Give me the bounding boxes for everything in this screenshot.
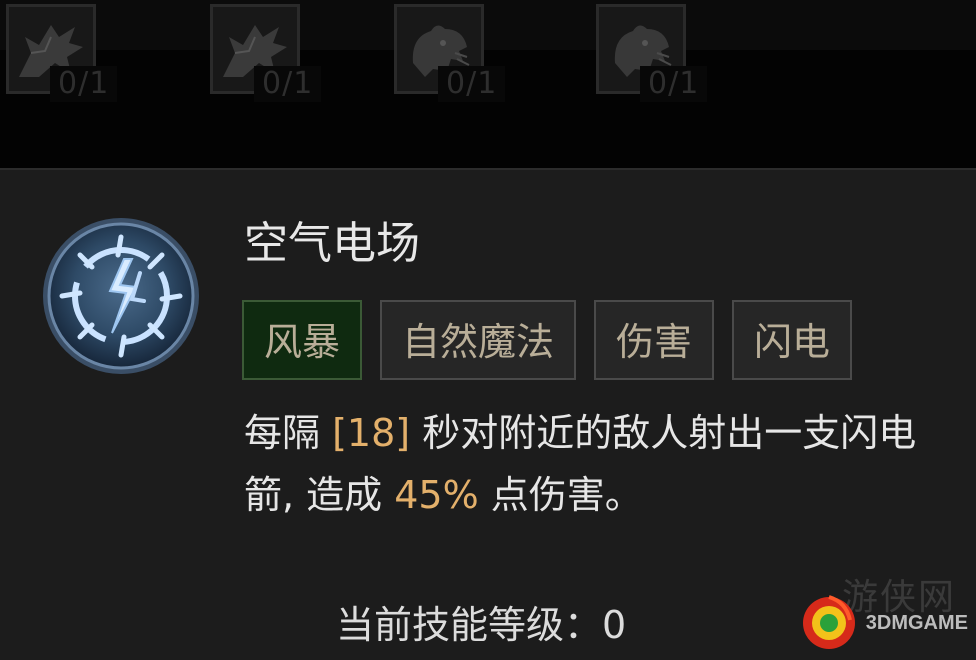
- skill-title: 空气电场: [244, 218, 420, 269]
- skill-rank-counter: 0/1: [438, 66, 506, 102]
- skill-rank-counter: 0/1: [254, 66, 322, 102]
- skill-level-row: 当前技能等级：0: [336, 594, 626, 649]
- watermark-brand: 3DMGAME: [865, 611, 968, 634]
- skill-slot-wolf-2[interactable]: 0/1: [210, 4, 322, 102]
- tag-lightning: 闪电: [732, 300, 853, 380]
- level-value: 0: [602, 603, 627, 647]
- game-screen: { "skill_tree": { "slots": [ {"icon": "w…: [0, 0, 976, 660]
- skill-slot-bear-1[interactable]: 0/1: [394, 4, 506, 102]
- skill-slot-bear-2[interactable]: 0/1: [596, 4, 708, 102]
- skill-description: 每隔 [18] 秒对附近的敌人射出一支闪电箭, 造成 45% 点伤害。: [244, 402, 934, 526]
- desc-text-3: 点伤害。: [478, 473, 643, 517]
- skill-rank-counter: 0/1: [640, 66, 708, 102]
- skill-tree-strip: 0/1 0/1 0/1 0/1: [0, 0, 976, 168]
- skill-tooltip: 空气电场 风暴 自然魔法 伤害 闪电 每隔 [18] 秒对附近的敌人射出一支闪电…: [0, 168, 976, 660]
- skill-rank-counter: 0/1: [50, 66, 118, 102]
- cooldown-value: [18]: [332, 411, 411, 455]
- storm-orb-icon: [40, 215, 202, 377]
- skill-slot-wolf-1[interactable]: 0/1: [6, 4, 118, 102]
- skill-tags: 风暴 自然魔法 伤害 闪电: [242, 300, 853, 380]
- tag-nature-magic: 自然魔法: [380, 300, 577, 380]
- watermark-logo-icon: [802, 595, 855, 649]
- damage-value: 45%: [394, 473, 479, 517]
- tag-storm: 风暴: [242, 300, 363, 380]
- level-label: 当前技能等级：: [336, 603, 603, 647]
- tag-damage: 伤害: [594, 300, 715, 380]
- watermark: 3DMGAME: [798, 592, 968, 654]
- desc-text-1: 每隔: [244, 411, 333, 455]
